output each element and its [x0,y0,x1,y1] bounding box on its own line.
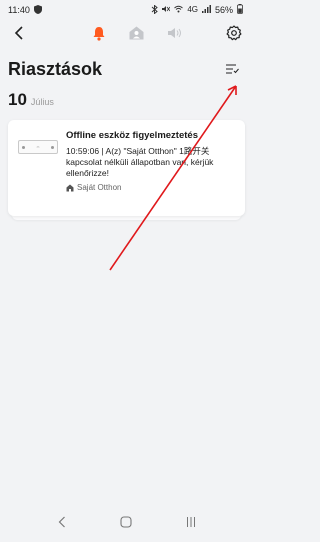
tab-notifications[interactable] [166,24,184,42]
list-check-icon [225,64,239,74]
bluetooth-icon [151,3,159,16]
alert-card-stack: ▭ Offline eszköz figyelmeztetés 10:59:06… [8,120,245,220]
alert-home-name: Saját Otthon [77,183,122,192]
settings-button[interactable] [225,24,243,42]
bell-icon [93,26,104,41]
system-home-button[interactable] [116,512,136,532]
battery-icon [237,4,243,16]
system-back-button[interactable] [52,512,72,532]
recents-icon [186,517,195,527]
shield-icon [33,4,42,16]
top-nav [0,20,253,46]
chevron-left-icon [58,516,66,528]
filter-list-button[interactable] [223,60,241,78]
alert-home: Saját Otthon [66,183,237,192]
alert-message: 10:59:06 | A(z) "Saját Otthon" 1路开关 kapc… [66,146,214,178]
network-type: 4G [187,5,198,14]
chevron-left-icon [14,26,23,40]
date-month: Július [30,97,54,107]
wifi-icon [174,5,184,15]
tab-home-messages[interactable] [128,24,146,42]
gear-icon [226,25,242,41]
status-bar: 11:40 4G 56% [0,0,253,20]
mute-icon [162,5,171,15]
page-title: Riasztások [8,58,103,79]
home-icon [66,184,74,191]
status-time: 11:40 [8,5,30,15]
signal-icon [201,5,211,15]
tab-alerts[interactable] [90,24,108,42]
system-nav-bar [0,502,253,542]
speaker-icon [167,28,181,38]
alert-card[interactable]: ▭ Offline eszköz figyelmeztetés 10:59:06… [8,120,245,216]
back-button[interactable] [10,24,28,42]
system-recents-button[interactable] [181,512,201,532]
rounded-square-icon [120,516,133,528]
battery-percent: 56% [214,5,233,15]
alert-title: Offline eszköz figyelmeztetés [66,130,198,141]
switch-device-icon: ▭ [18,140,58,154]
date-day: 10 [8,90,27,109]
home-person-icon [129,26,144,40]
date-group-header: 10 Július [0,90,253,114]
alert-card-body: Offline eszköz figyelmeztetés 10:59:06 |… [66,130,237,208]
title-row: Riasztások [0,50,253,88]
